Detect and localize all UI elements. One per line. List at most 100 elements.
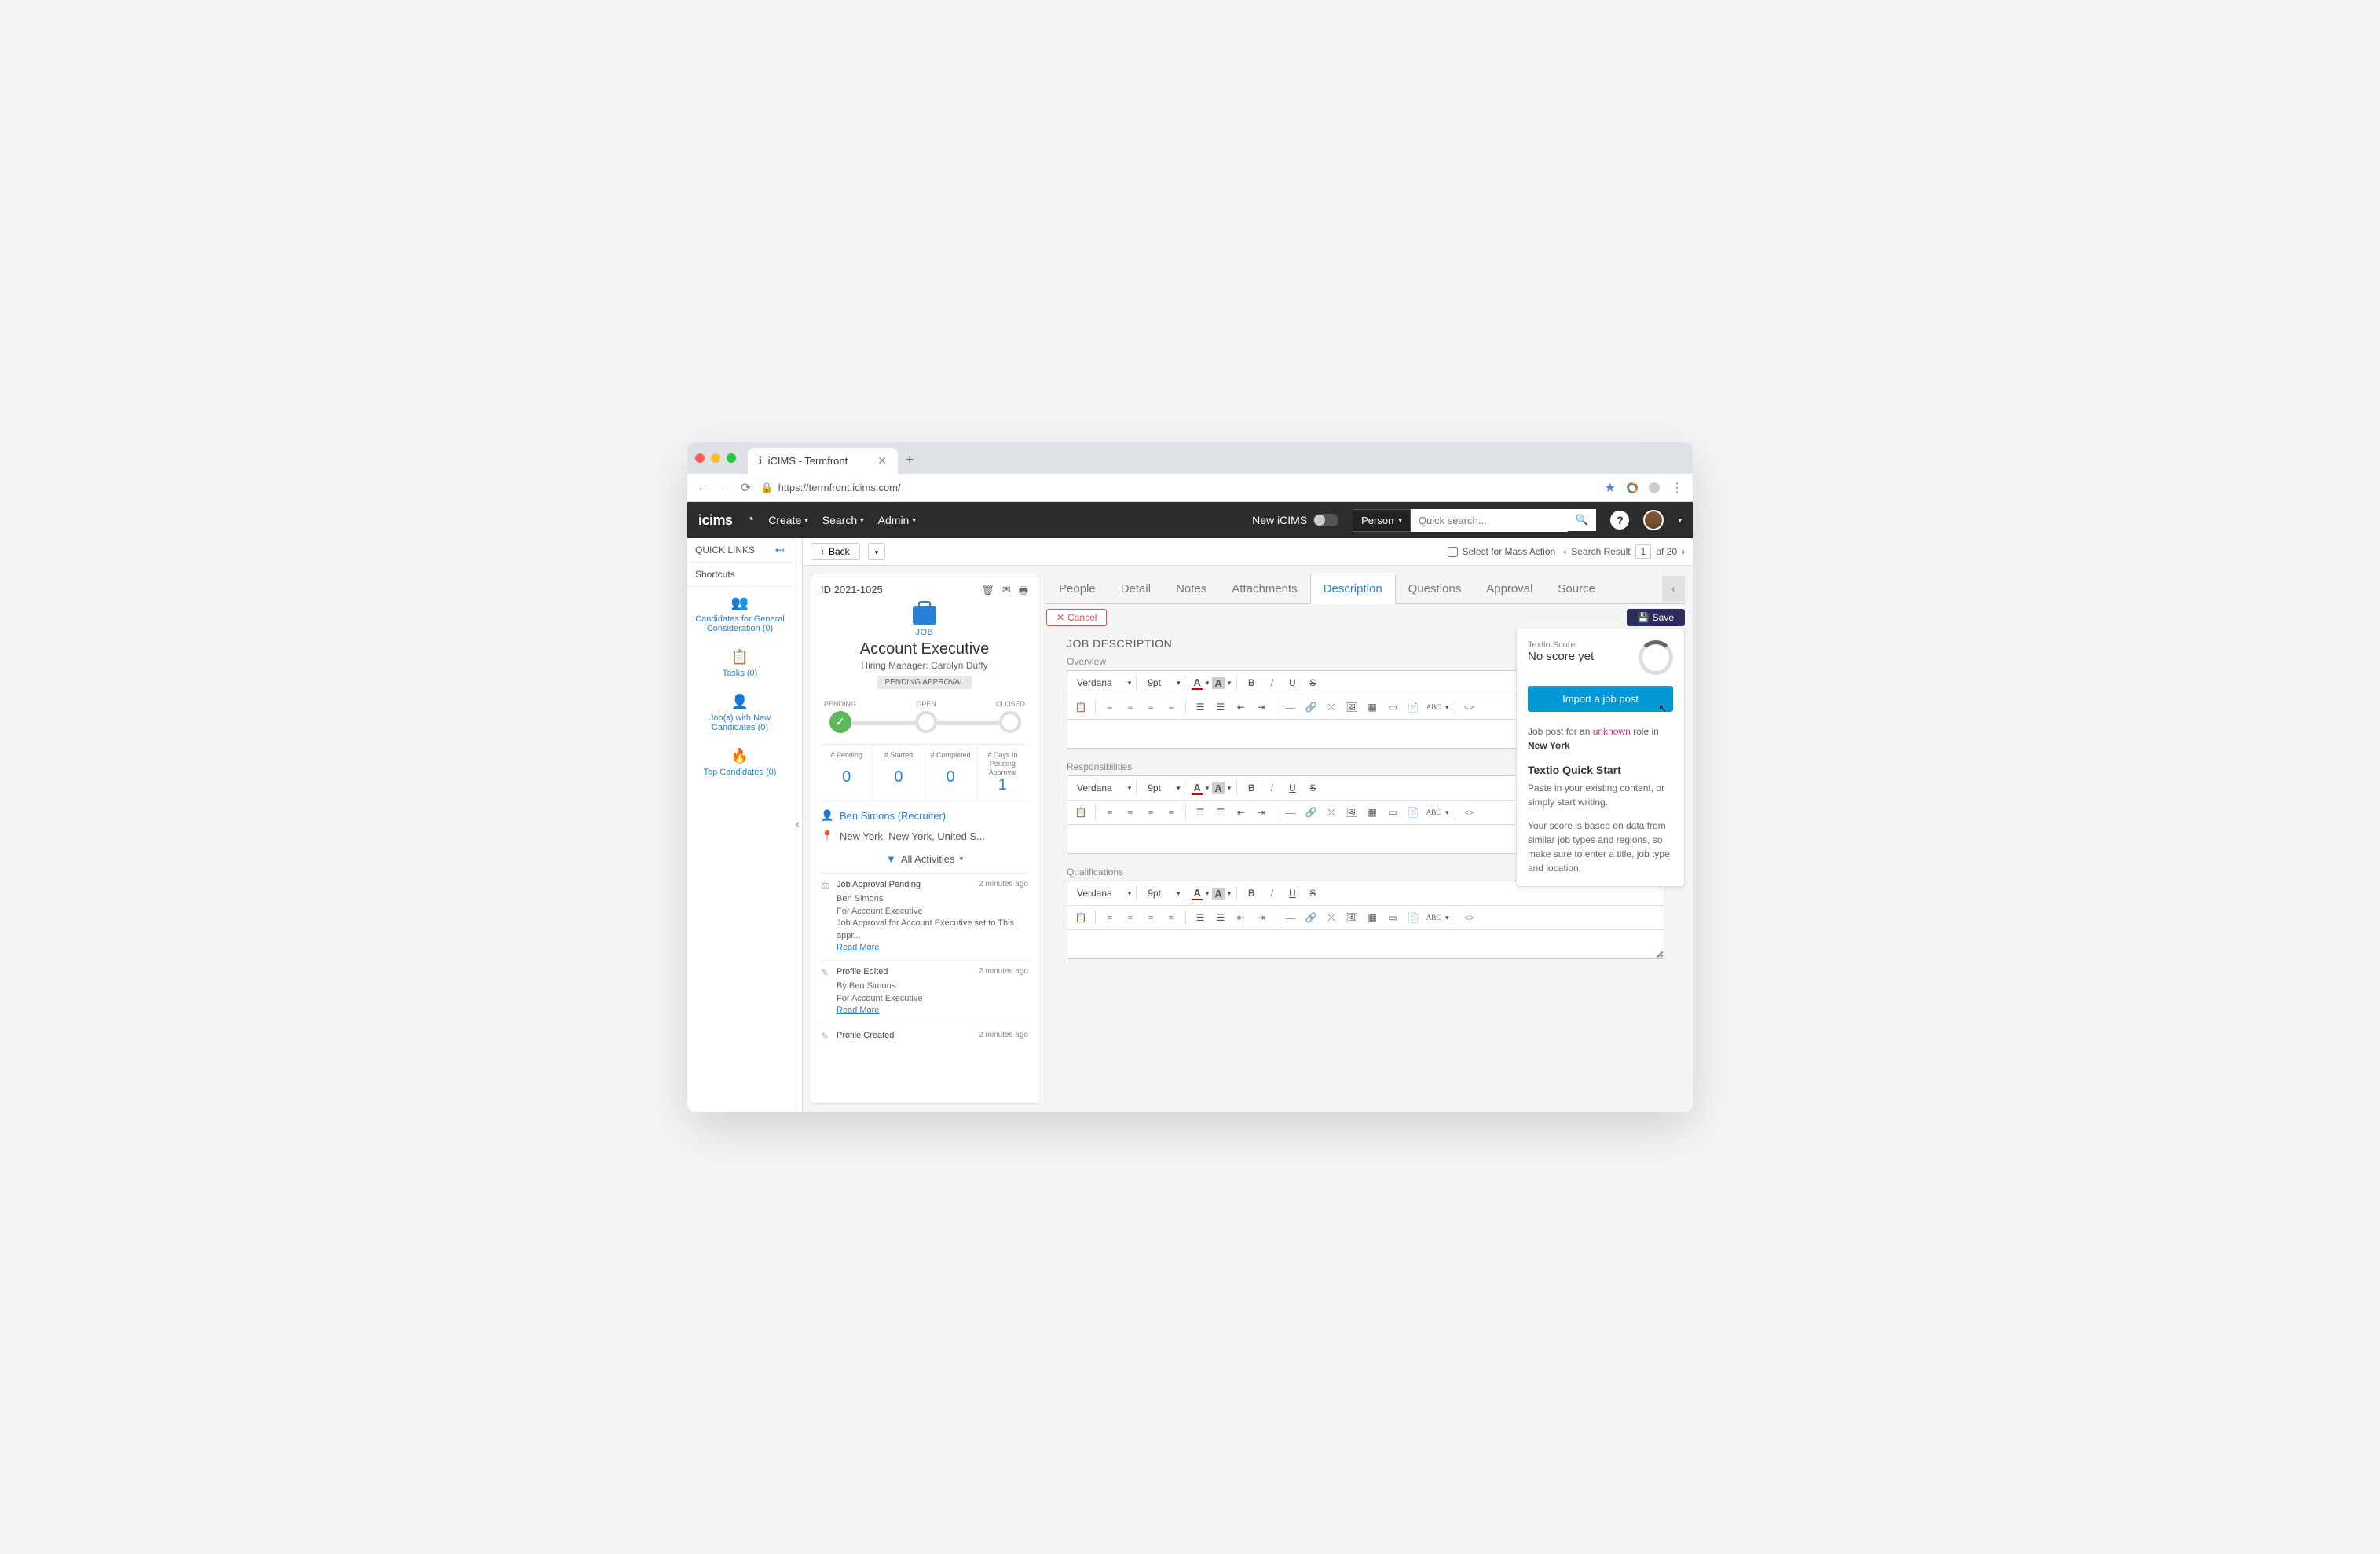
recruiter-link[interactable]: 👤 Ben Simons (Recruiter): [821, 809, 1028, 822]
tab-attachments[interactable]: Attachments: [1219, 574, 1309, 603]
italic-icon[interactable]: I: [1263, 779, 1280, 797]
image-icon[interactable]: 🖼: [1343, 698, 1360, 716]
video-icon[interactable]: ▭: [1384, 909, 1401, 926]
bullet-list-icon[interactable]: ☰: [1212, 909, 1229, 926]
new-tab-button[interactable]: +: [906, 452, 914, 468]
unlink-icon[interactable]: ⤫: [1323, 698, 1340, 716]
read-more-link[interactable]: Read More: [837, 1006, 879, 1015]
spellcheck-icon[interactable]: ABC: [1425, 804, 1442, 821]
read-more-link[interactable]: Read More: [837, 943, 879, 952]
bold-icon[interactable]: B: [1243, 885, 1260, 902]
maximize-window-icon[interactable]: [727, 453, 736, 463]
align-left-icon[interactable]: ≡: [1101, 804, 1119, 821]
tab-scroll-left-icon[interactable]: ‹: [1662, 576, 1685, 602]
paste-icon[interactable]: 📋: [1072, 804, 1089, 821]
align-left-icon[interactable]: ≡: [1101, 909, 1119, 926]
quick-search-input[interactable]: [1411, 509, 1568, 532]
source-icon[interactable]: <>: [1461, 698, 1478, 716]
italic-icon[interactable]: I: [1263, 885, 1280, 902]
tab-questions[interactable]: Questions: [1396, 574, 1474, 603]
numbered-list-icon[interactable]: ☰: [1192, 698, 1209, 716]
outdent-icon[interactable]: ⇤: [1232, 909, 1250, 926]
import-job-post-button[interactable]: Import a job post ↖: [1528, 686, 1673, 712]
search-result-next-icon[interactable]: ›: [1682, 546, 1685, 557]
font-select[interactable]: Verdana ▾: [1072, 781, 1137, 795]
tab-notes[interactable]: Notes: [1163, 574, 1219, 603]
numbered-list-icon[interactable]: ☰: [1192, 909, 1209, 926]
underline-icon[interactable]: U: [1283, 885, 1301, 902]
back-button[interactable]: ‹ Back: [811, 543, 860, 560]
font-select[interactable]: Verdana ▾: [1072, 886, 1137, 900]
save-button[interactable]: 💾 Save: [1627, 609, 1685, 626]
video-icon[interactable]: ▭: [1384, 698, 1401, 716]
link-icon[interactable]: 🔗: [1302, 698, 1320, 716]
align-right-icon[interactable]: ≡: [1142, 698, 1159, 716]
bold-icon[interactable]: B: [1243, 779, 1260, 797]
file-icon[interactable]: 📄: [1404, 804, 1422, 821]
back-history-dropdown[interactable]: ▾: [868, 543, 886, 560]
logo[interactable]: icims: [698, 512, 733, 529]
analytics-icon[interactable]: ◔: [747, 513, 755, 527]
file-icon[interactable]: 📄: [1404, 698, 1422, 716]
align-center-icon[interactable]: ≡: [1122, 804, 1139, 821]
file-icon[interactable]: 📄: [1404, 909, 1422, 926]
new-icims-toggle[interactable]: New iCIMS: [1252, 514, 1338, 526]
size-select[interactable]: 9pt ▾: [1143, 781, 1185, 795]
unlink-icon[interactable]: ⤫: [1323, 909, 1340, 926]
search-result-prev-icon[interactable]: ‹: [1563, 546, 1566, 557]
sidebar-item-candidates-general[interactable]: 👥 Candidates for General Consideration (…: [687, 587, 793, 641]
spellcheck-icon[interactable]: ABC: [1425, 698, 1442, 716]
align-right-icon[interactable]: ≡: [1142, 909, 1159, 926]
delete-icon[interactable]: 🗑: [981, 584, 994, 601]
table-icon[interactable]: ▦: [1364, 804, 1381, 821]
search-button[interactable]: 🔍: [1568, 509, 1597, 531]
outdent-icon[interactable]: ⇤: [1232, 698, 1250, 716]
align-right-icon[interactable]: ≡: [1142, 804, 1159, 821]
tab-description[interactable]: Description: [1310, 574, 1396, 604]
cancel-button[interactable]: ✕ Cancel: [1046, 609, 1107, 626]
strikethrough-icon[interactable]: S: [1304, 674, 1321, 691]
size-select[interactable]: 9pt ▾: [1143, 676, 1185, 690]
print-icon[interactable]: 🖶: [1019, 584, 1028, 601]
image-icon[interactable]: 🖼: [1343, 909, 1360, 926]
browser-tab[interactable]: i iCIMS - Termfront ✕: [748, 448, 898, 474]
paste-icon[interactable]: 📋: [1072, 909, 1089, 926]
tab-source[interactable]: Source: [1545, 574, 1608, 603]
extension-icon[interactable]: [1627, 482, 1638, 493]
bookmark-icon[interactable]: ★: [1605, 480, 1616, 496]
source-icon[interactable]: <>: [1461, 909, 1478, 926]
hr-icon[interactable]: —: [1282, 804, 1299, 821]
align-justify-icon[interactable]: ≡: [1163, 804, 1180, 821]
nav-back-icon[interactable]: ←: [697, 481, 709, 495]
email-icon[interactable]: ✉: [1002, 584, 1011, 601]
strikethrough-icon[interactable]: S: [1304, 779, 1321, 797]
video-icon[interactable]: ▭: [1384, 804, 1401, 821]
indent-icon[interactable]: ⇥: [1253, 698, 1270, 716]
profile-icon[interactable]: [1649, 482, 1660, 493]
numbered-list-icon[interactable]: ☰: [1192, 804, 1209, 821]
highlight-color-icon[interactable]: A: [1212, 782, 1224, 794]
nav-search[interactable]: Search ▾: [822, 514, 864, 526]
italic-icon[interactable]: I: [1263, 674, 1280, 691]
align-justify-icon[interactable]: ≡: [1163, 698, 1180, 716]
toggle-switch-icon[interactable]: [1313, 514, 1338, 526]
nav-admin[interactable]: Admin ▾: [878, 514, 916, 526]
underline-icon[interactable]: U: [1283, 674, 1301, 691]
sidebar-item-tasks[interactable]: 📋 Tasks (0): [687, 641, 793, 686]
sidebar-item-top-candidates[interactable]: 🔥 Top Candidates (0): [687, 740, 793, 785]
outdent-icon[interactable]: ⇤: [1232, 804, 1250, 821]
table-icon[interactable]: ▦: [1364, 909, 1381, 926]
nav-forward-icon[interactable]: →: [719, 481, 731, 495]
tab-people[interactable]: People: [1046, 574, 1108, 603]
rte-body-qualifications[interactable]: [1067, 930, 1664, 958]
hr-icon[interactable]: —: [1282, 698, 1299, 716]
link-icon[interactable]: 🔗: [1302, 804, 1320, 821]
underline-icon[interactable]: U: [1283, 779, 1301, 797]
align-center-icon[interactable]: ≡: [1122, 698, 1139, 716]
mass-action-checkbox[interactable]: Select for Mass Action: [1448, 546, 1556, 557]
indent-icon[interactable]: ⇥: [1253, 909, 1270, 926]
font-select[interactable]: Verdana ▾: [1072, 676, 1137, 690]
font-color-icon[interactable]: A: [1192, 887, 1202, 900]
nav-create[interactable]: Create ▾: [768, 514, 808, 526]
image-icon[interactable]: 🖼: [1343, 804, 1360, 821]
